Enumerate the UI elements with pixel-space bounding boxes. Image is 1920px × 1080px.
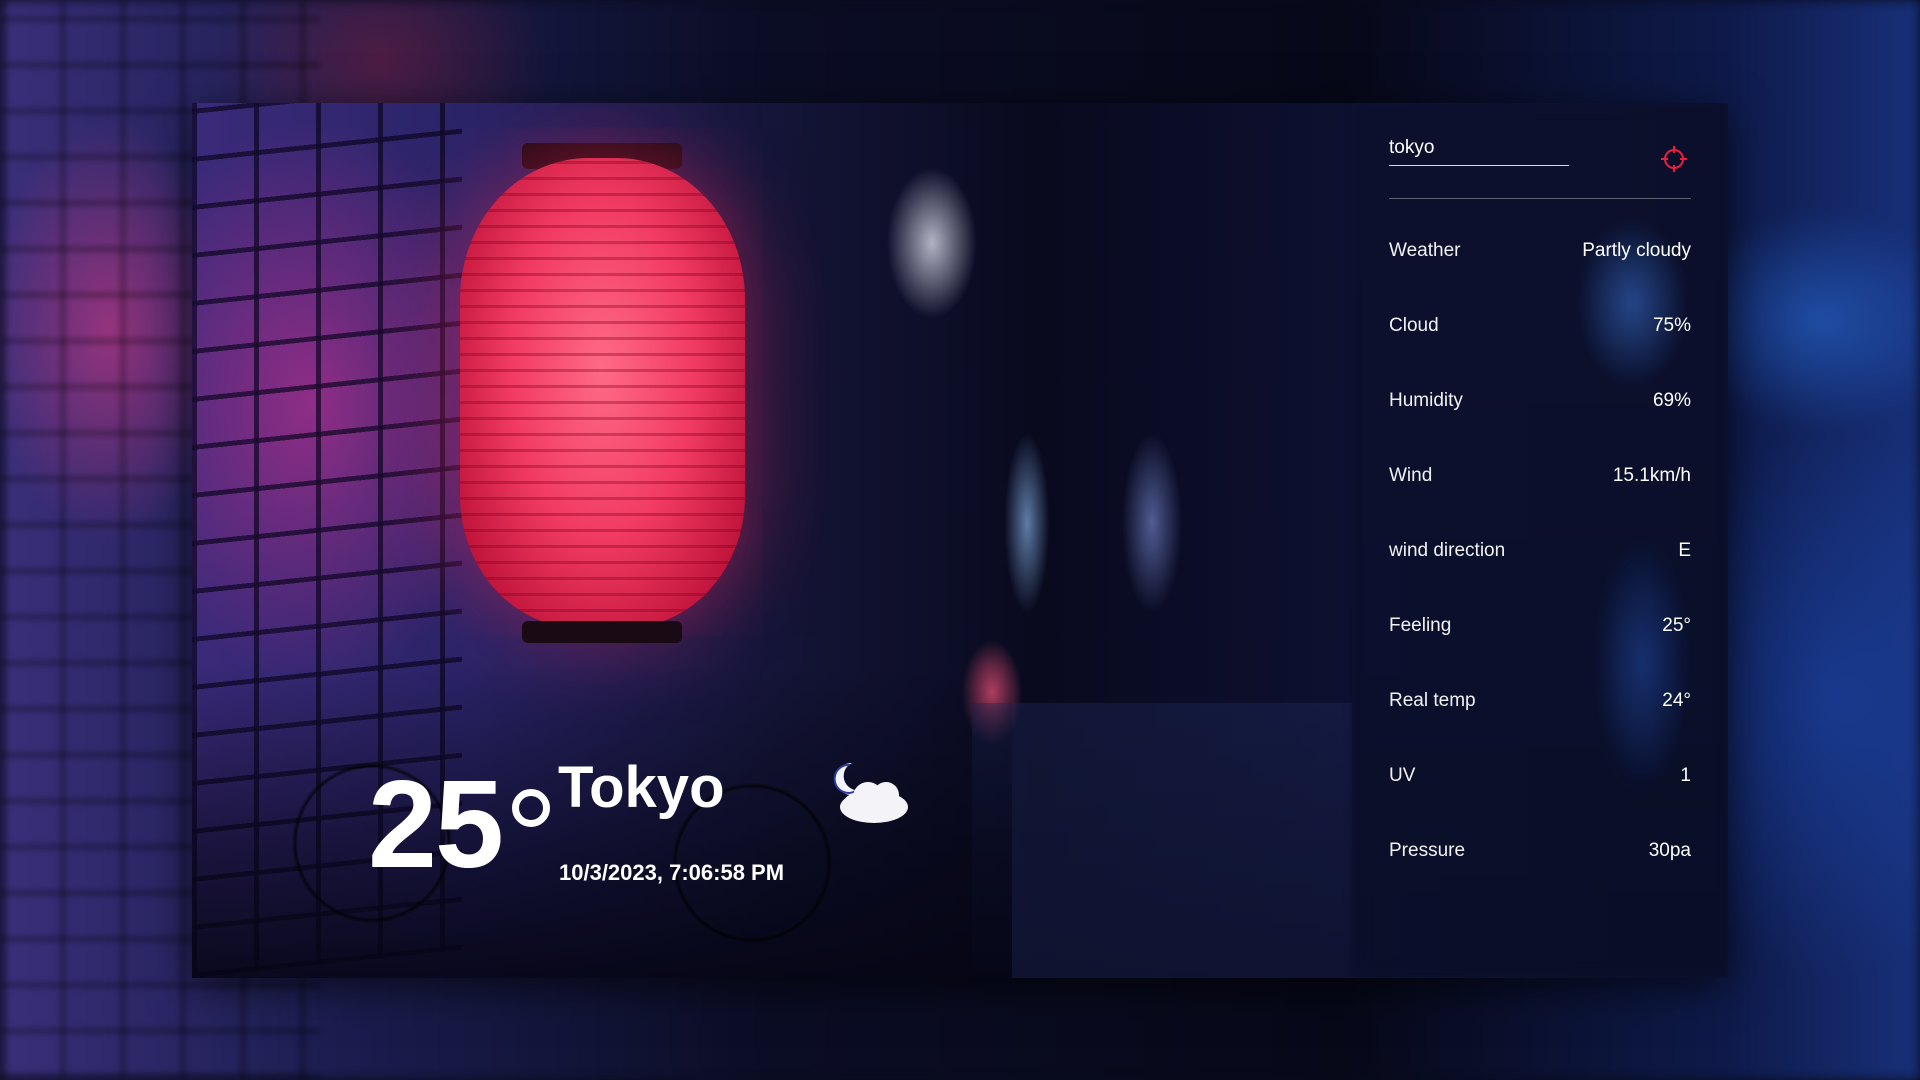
- detail-label: Cloud: [1389, 314, 1439, 336]
- detail-value: 24°: [1662, 689, 1691, 711]
- detail-label: Feeling: [1389, 614, 1452, 636]
- detail-value: 75%: [1652, 314, 1691, 336]
- detail-row-wind: Wind 15.1km/h: [1389, 438, 1691, 513]
- detail-row-weather: Weather Partly cloudy: [1389, 213, 1691, 288]
- detail-value: 30pa: [1648, 839, 1691, 861]
- lantern-bottom: [522, 621, 682, 643]
- detail-row-uv: UV 1: [1389, 738, 1691, 813]
- detail-value: 25°: [1662, 614, 1691, 636]
- detail-label: UV: [1389, 764, 1416, 786]
- city-name: Tokyo: [558, 755, 725, 820]
- current-temperature: 25: [368, 756, 504, 894]
- detail-label: Pressure: [1389, 839, 1466, 861]
- detail-label: Real temp: [1389, 689, 1476, 711]
- detail-row-cloud: Cloud 75%: [1389, 288, 1691, 363]
- detail-row-pressure: Pressure 30pa: [1389, 813, 1691, 888]
- detail-label: Weather: [1389, 239, 1461, 261]
- crosshair-icon[interactable]: [1657, 142, 1691, 176]
- partly-cloudy-night-icon: [822, 751, 912, 831]
- detail-value: 69%: [1652, 389, 1691, 411]
- detail-label: wind direction: [1389, 539, 1506, 561]
- detail-value: 1: [1680, 764, 1691, 786]
- lantern: [460, 158, 745, 628]
- detail-label: Wind: [1389, 464, 1433, 486]
- detail-row-real-temp: Real temp 24°: [1389, 663, 1691, 738]
- search-bar: [1389, 103, 1691, 199]
- street: [972, 703, 1352, 978]
- detail-row-humidity: Humidity 69%: [1389, 363, 1691, 438]
- details-panel: Weather Partly cloudy Cloud 75% Humidity…: [1352, 103, 1728, 978]
- detail-value: E: [1678, 539, 1691, 561]
- local-datetime: 10/3/2023, 7:06:58 PM: [559, 860, 785, 885]
- weather-card: 25 Tokyo 10/3/2023, 7:06:58 PM tokyo Wea…: [192, 103, 1728, 978]
- detail-value: Partly cloudy: [1582, 239, 1691, 261]
- search-input[interactable]: [1389, 133, 1569, 166]
- detail-row-feeling: Feeling 25°: [1389, 588, 1691, 663]
- details-list: Weather Partly cloudy Cloud 75% Humidity…: [1389, 213, 1691, 888]
- detail-value: 15.1km/h: [1612, 464, 1691, 486]
- degree-symbol: [512, 789, 550, 827]
- detail-row-wind-direction: wind direction E: [1389, 513, 1691, 588]
- detail-label: Humidity: [1389, 389, 1463, 411]
